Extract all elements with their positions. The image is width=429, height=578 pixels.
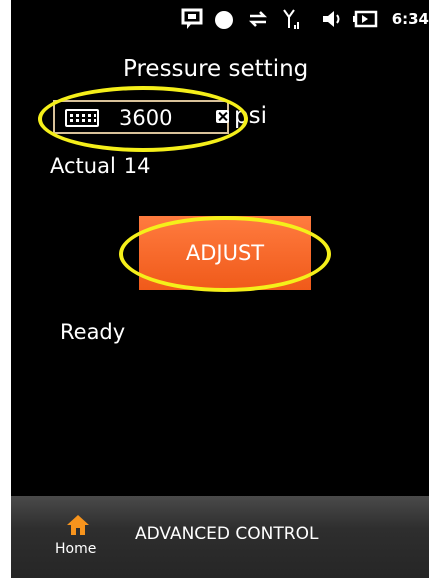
pressure-unit: psi	[234, 103, 267, 129]
actual-label: Actual	[50, 154, 116, 178]
app-screen: 6:34 Pressure setting 3600 psi Actual 14 …	[11, 0, 429, 578]
home-icon	[66, 514, 90, 536]
volume-icon	[321, 8, 345, 35]
adjust-button[interactable]: ADJUST	[139, 216, 311, 290]
battery-icon	[352, 8, 378, 35]
signal-icon	[283, 8, 301, 37]
bottom-bar: Home ADVANCED CONTROL	[11, 496, 429, 578]
clear-icon[interactable]	[216, 110, 229, 123]
pressure-input[interactable]: 3600	[53, 100, 229, 134]
actual-value: 14	[123, 154, 151, 178]
sync-icon	[247, 8, 269, 35]
home-label: Home	[55, 541, 97, 557]
advanced-control-button[interactable]: ADVANCED CONTROL	[135, 524, 318, 544]
clock: 6:34	[391, 10, 429, 28]
status-bar: 6:34	[11, 0, 429, 38]
status-text: Ready	[60, 320, 126, 344]
actual-readout: Actual 14	[50, 154, 159, 178]
chat-icon	[181, 8, 203, 35]
keyboard-icon[interactable]	[65, 109, 99, 127]
home-button[interactable]: Home	[51, 514, 107, 564]
page-title: Pressure setting	[123, 56, 309, 82]
pressure-value[interactable]: 3600	[119, 104, 172, 132]
record-icon	[214, 8, 234, 35]
